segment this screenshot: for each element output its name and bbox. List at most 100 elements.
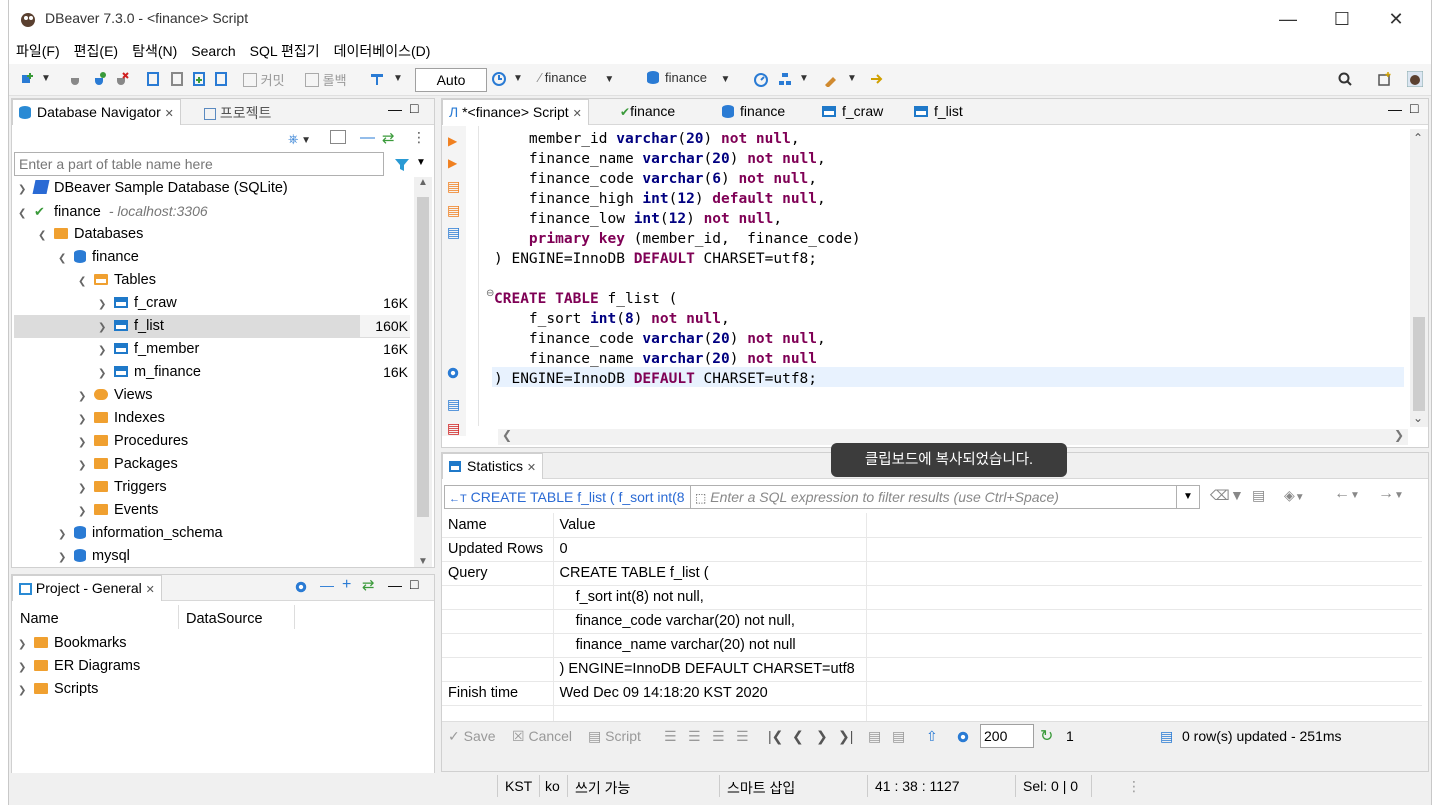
filter-history-dropdown[interactable]: ▼ bbox=[1176, 485, 1200, 509]
tree-item-tables[interactable]: ❮ Tables bbox=[78, 269, 156, 292]
close-tab-icon[interactable]: ✕ bbox=[573, 108, 582, 120]
view-menu-icon[interactable]: ⋮ bbox=[412, 129, 426, 146]
new-connection-icon[interactable] bbox=[19, 71, 35, 87]
minimize-panel-icon[interactable]: — bbox=[388, 101, 402, 117]
back-icon[interactable]: ←▼ bbox=[1334, 485, 1360, 503]
maximize-button[interactable]: ☐ bbox=[1319, 6, 1365, 32]
column-header-name[interactable]: Name bbox=[442, 513, 554, 538]
transaction-mode-dropdown-icon[interactable]: ▼ bbox=[393, 73, 403, 93]
close-button[interactable]: ✕ bbox=[1373, 6, 1419, 32]
menu-sql-editor[interactable]: SQL 편집기 bbox=[243, 38, 327, 61]
rollback-button[interactable]: 롤백 bbox=[305, 70, 347, 90]
table-row[interactable]: ) ENGINE=InnoDB DEFAULT CHARSET=utf8 bbox=[442, 657, 1422, 682]
query-text-field[interactable]: ←T CREATE TABLE f_list ( f_sort int(8 bbox=[444, 485, 692, 509]
script-button[interactable]: ▤ Script bbox=[588, 728, 641, 745]
execute-script-new-tab-icon[interactable]: ▤ bbox=[447, 202, 460, 219]
expand-all-icon[interactable]: + bbox=[342, 576, 351, 594]
tab-f-list[interactable]: f_list bbox=[908, 99, 969, 125]
maximize-panel-icon[interactable]: □ bbox=[410, 100, 418, 116]
fetch-size-input[interactable]: 200 bbox=[980, 724, 1034, 748]
new-connection-dropdown-icon[interactable]: ▼ bbox=[41, 73, 51, 93]
table-row[interactable]: Finish time Wed Dec 09 14:18:20 KST 2020 bbox=[442, 681, 1422, 706]
menu-search[interactable]: Search bbox=[184, 40, 242, 59]
cancel-button[interactable]: ☒ Cancel bbox=[512, 728, 572, 745]
filter-settings-icon[interactable]: ▼ bbox=[1230, 487, 1244, 503]
tab-database-navigator[interactable]: Database Navigator ✕ bbox=[12, 99, 181, 125]
collapse-all-icon[interactable]: — bbox=[360, 129, 375, 146]
minimize-editor-icon[interactable]: — bbox=[1388, 101, 1402, 117]
recent-script-icon[interactable] bbox=[213, 71, 229, 87]
disconnect-icon[interactable] bbox=[113, 71, 129, 87]
dashboard-icon[interactable] bbox=[753, 71, 769, 87]
sql-code[interactable]: member_id varchar(20) not null, finance_… bbox=[494, 129, 861, 389]
tab-finance-db[interactable]: finance bbox=[716, 99, 791, 125]
project-item-er-diagrams[interactable]: ❯ ER Diagrams bbox=[18, 655, 140, 678]
history-icon[interactable] bbox=[491, 71, 507, 87]
export-icon[interactable]: ▤ bbox=[447, 396, 460, 413]
copy-row-icon[interactable]: ☰ bbox=[712, 728, 725, 745]
commit-button[interactable]: 커밋 bbox=[243, 70, 285, 90]
tab-finance-connection[interactable]: ✔finance bbox=[614, 99, 681, 125]
column-header-name[interactable]: Name bbox=[20, 611, 59, 627]
tab-f-craw[interactable]: f_craw bbox=[816, 99, 889, 125]
clear-filter-icon[interactable]: ⌫ bbox=[1210, 487, 1230, 504]
table-row[interactable]: f_sort int(8) not null, bbox=[442, 585, 1422, 610]
tree-item-views[interactable]: ❯ Views bbox=[78, 384, 152, 407]
tree-item-databases[interactable]: ❮ Databases bbox=[38, 223, 143, 246]
forward-icon[interactable]: →▼ bbox=[1378, 485, 1404, 503]
first-page-icon[interactable]: |❮ bbox=[768, 728, 783, 745]
expand-filter-icon[interactable]: ⬚ bbox=[695, 491, 706, 505]
tree-item-packages[interactable]: ❯ Packages bbox=[78, 453, 178, 476]
minimize-button[interactable]: — bbox=[1265, 6, 1311, 32]
tab-project[interactable]: 프로젝트 bbox=[198, 99, 277, 125]
tab-script[interactable]: Л *<finance> Script ✕ bbox=[442, 99, 589, 125]
tools-dropdown-icon[interactable]: ▼ bbox=[847, 73, 857, 93]
open-perspective-icon[interactable] bbox=[1377, 71, 1393, 87]
tree-item-finance-db[interactable]: ❮ finance bbox=[58, 246, 139, 269]
invalidate-icon[interactable] bbox=[91, 71, 107, 87]
menu-navigate[interactable]: 탐색(N) bbox=[125, 38, 184, 61]
collapse-folder-icon[interactable] bbox=[330, 130, 346, 144]
tree-item-finance-connection[interactable]: ❮ ✔ finance - localhost:3306 bbox=[18, 200, 208, 223]
sql-editor-icon[interactable] bbox=[145, 71, 161, 87]
grid-settings-icon[interactable] bbox=[956, 730, 970, 744]
navigator-scroll-thumb[interactable] bbox=[417, 197, 429, 517]
panels-icon[interactable]: ◈▼ bbox=[1284, 487, 1305, 504]
refresh-icon[interactable]: ↻ bbox=[1040, 726, 1053, 746]
er-diagram-icon[interactable] bbox=[777, 71, 793, 87]
table-row[interactable]: finance_code varchar(20) not null, bbox=[442, 609, 1422, 634]
configure-icon[interactable] bbox=[294, 580, 308, 594]
open-script-icon[interactable] bbox=[191, 71, 207, 87]
search-icon[interactable] bbox=[1337, 71, 1353, 87]
menu-edit[interactable]: 편집(E) bbox=[67, 38, 125, 61]
tree-item-table-f-list[interactable]: ❯ f_list 160K bbox=[14, 315, 410, 338]
edit-row-icon[interactable]: ☰ bbox=[664, 728, 677, 745]
tools-icon[interactable] bbox=[823, 71, 839, 87]
minimize-panel-icon[interactable]: — bbox=[388, 577, 402, 593]
prev-page-icon[interactable]: ❮ bbox=[792, 728, 804, 745]
history-dropdown-icon[interactable]: ▼ bbox=[513, 73, 523, 93]
tree-item-table-f-member[interactable]: ❯ f_member 16K bbox=[98, 338, 410, 361]
transaction-mode-icon[interactable] bbox=[369, 71, 385, 87]
tree-item-events[interactable]: ❯ Events bbox=[78, 499, 158, 522]
tree-item-triggers[interactable]: ❯ Triggers bbox=[78, 476, 167, 499]
table-row[interactable]: Updated Rows 0 bbox=[442, 537, 1422, 562]
editor-scroll-thumb[interactable] bbox=[1413, 317, 1425, 411]
filter-dropdown-icon[interactable]: ▼ bbox=[416, 157, 426, 168]
tab-project-general[interactable]: Project - General ✕ bbox=[12, 575, 162, 601]
last-page-icon[interactable]: ❯| bbox=[838, 728, 853, 745]
tree-item-information-schema[interactable]: ❯ information_schema bbox=[58, 522, 223, 545]
active-datasource-selector[interactable]: ∕ finance ▼ bbox=[539, 70, 614, 90]
active-schema-selector[interactable]: finance ▼ bbox=[647, 70, 730, 90]
delete-row-icon[interactable]: ☰ bbox=[736, 728, 749, 745]
add-row-icon[interactable]: ☰ bbox=[688, 728, 701, 745]
results-filter-input[interactable]: ⬚ Enter a SQL expression to filter resul… bbox=[690, 485, 1200, 509]
dbeaver-perspective-icon[interactable] bbox=[1407, 71, 1423, 87]
column-header-datasource[interactable]: DataSource bbox=[186, 611, 263, 627]
navigator-new-connection-icon[interactable]: ⎈ ▼ bbox=[288, 131, 311, 147]
export-icon[interactable]: ⇧ bbox=[926, 728, 938, 745]
link-with-editor-icon[interactable]: ⇄ bbox=[382, 129, 395, 147]
maximize-panel-icon[interactable]: □ bbox=[410, 576, 418, 592]
tree-item-procedures[interactable]: ❯ Procedures bbox=[78, 430, 188, 453]
fetch-next-icon[interactable]: ▤ bbox=[868, 728, 881, 745]
